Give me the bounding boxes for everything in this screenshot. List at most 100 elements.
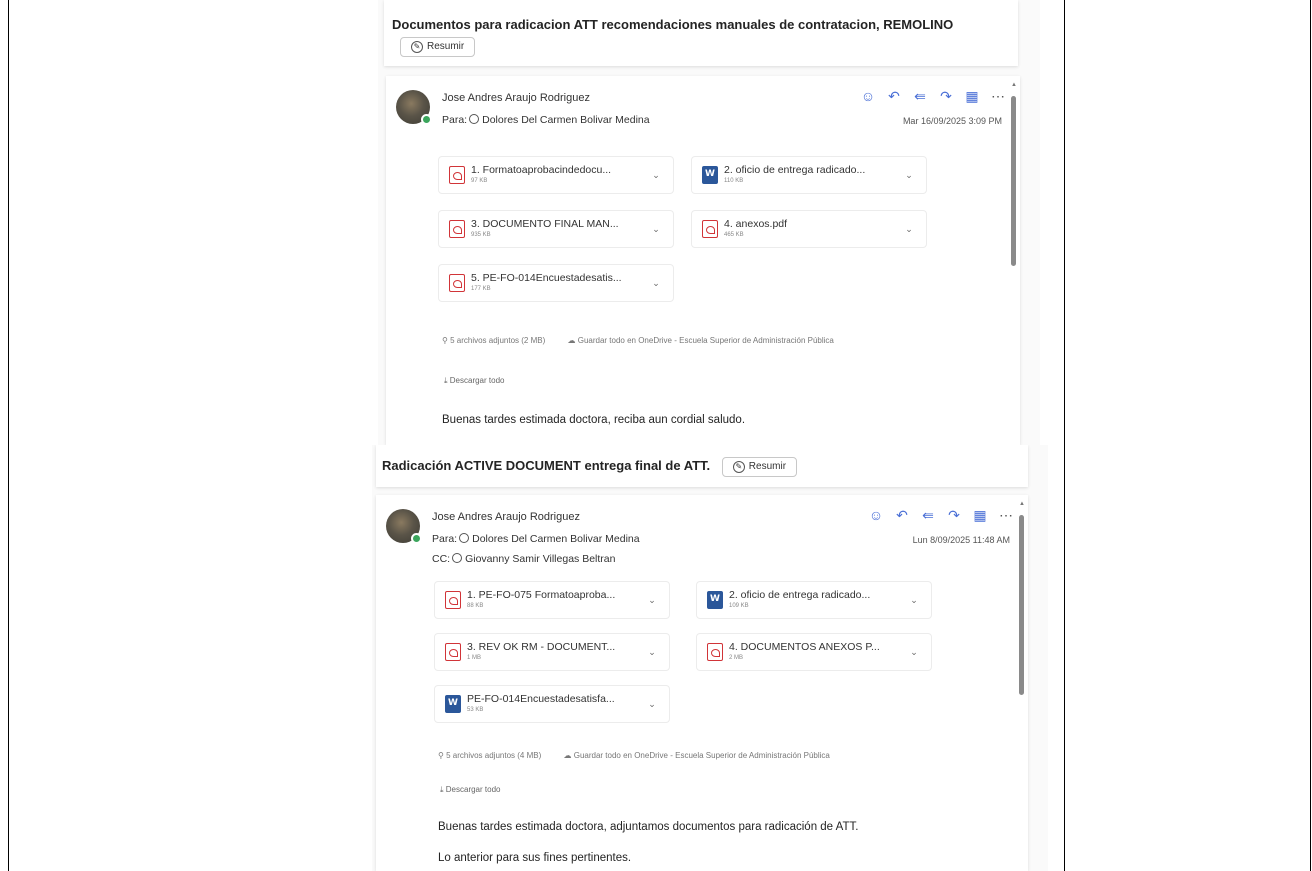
download-all-link[interactable]: ⤓ Descargar todo (444, 376, 504, 386)
save-onedrive-link[interactable]: ☁ Guardar todo en OneDrive - Escuela Sup… (567, 336, 843, 345)
attachment-size: 935 KB (471, 232, 491, 238)
recipient-line: Para: Dolores Del Carmen Bolivar Medina (442, 114, 650, 126)
forward-icon[interactable]: ↷ (938, 88, 954, 104)
attachment-card[interactable]: 3. DOCUMENTO FINAL MAN... 935 KB ⌄ (438, 210, 674, 248)
pdf-file-icon (702, 220, 718, 238)
to-label: Para: (432, 533, 458, 545)
message-actions: ☺ ↶ ⇚ ↷ ▦ ⋯ (868, 507, 1014, 524)
summarize-button[interactable]: ✎ Resumir (400, 36, 476, 57)
recipient-name[interactable]: Dolores Del Carmen Bolivar Medina (482, 114, 649, 126)
download-all-link[interactable]: ⤓ Descargar todo (440, 785, 500, 795)
chevron-down-icon[interactable]: ⌄ (905, 595, 923, 606)
message-card: Jose Andres Araujo Rodriguez Para: Dolore… (386, 76, 1020, 445)
scrollbar[interactable]: ▲ (1010, 82, 1018, 442)
sender-name[interactable]: Jose Andres Araujo Rodriguez (432, 511, 580, 523)
summarize-label: Resumir (427, 41, 465, 53)
reply-all-icon[interactable]: ⇚ (920, 507, 936, 523)
email-subject: Radicación ACTIVE DOCUMENT entrega final… (382, 455, 798, 477)
attachment-card[interactable]: PE-FO-014Encuestadesatisfa... 53 KB ⌄ (434, 685, 670, 723)
attachment-size: 177 KB (471, 286, 491, 292)
pdf-file-icon (449, 220, 465, 238)
attachment-card[interactable]: 4. DOCUMENTOS ANEXOS P... 2 MB ⌄ (696, 633, 932, 671)
attachment-size: 97 KB (471, 178, 488, 184)
scroll-up-icon[interactable]: ▲ (1011, 82, 1017, 88)
teams-icon[interactable]: ▦ (964, 88, 980, 104)
word-file-icon (707, 591, 723, 609)
copilot-icon: ✎ (732, 460, 745, 473)
attachment-size: 1 MB (467, 655, 482, 661)
emoji-icon[interactable]: ☺ (868, 507, 884, 523)
attachment-meta: ⚲ 5 archivos adjuntos (4 MB) ☁ Guardar t… (438, 751, 850, 760)
chevron-down-icon[interactable]: ⌄ (905, 647, 923, 658)
attachment-card[interactable]: 1. Formatoaprobacindedocu... 97 KB ⌄ (438, 156, 674, 194)
scrollbar[interactable]: ▲ (1018, 501, 1026, 871)
email-body-line: Buenas tardes estimada doctora, reciba a… (442, 414, 746, 426)
save-onedrive-link[interactable]: ☁ Guardar todo en OneDrive - Escuela Sup… (563, 751, 839, 760)
subject-bar: Radicación ACTIVE DOCUMENT entrega final… (376, 445, 1028, 487)
emoji-icon[interactable]: ☺ (860, 88, 876, 104)
chevron-down-icon[interactable]: ⌄ (900, 170, 918, 181)
presence-icon (421, 114, 432, 125)
scrollbar-thumb[interactable] (1019, 515, 1024, 695)
chevron-down-icon[interactable]: ⌄ (643, 699, 661, 710)
pdf-file-icon (445, 591, 461, 609)
attachment-card[interactable]: 5. PE-FO-014Encuestadesatis... 177 KB ⌄ (438, 264, 674, 302)
attachment-name: 3. DOCUMENTO FINAL MAN... (471, 218, 619, 230)
email-body-line: Buenas tardes estimada doctora, adjuntam… (438, 821, 859, 833)
pdf-file-icon (445, 643, 461, 661)
recipient-name[interactable]: Dolores Del Carmen Bolivar Medina (472, 533, 639, 545)
attachment-card[interactable]: 2. oficio de entrega radicado... 109 KB ⌄ (696, 581, 932, 619)
chevron-down-icon[interactable]: ⌄ (643, 595, 661, 606)
email-body-line: Lo anterior para sus fines pertinentes. (438, 852, 632, 864)
forward-icon[interactable]: ↷ (946, 507, 962, 523)
attachment-size: 2 MB (729, 655, 744, 661)
email-date: Lun 8/09/2025 11:48 AM (912, 535, 1010, 545)
pdf-file-icon (449, 166, 465, 184)
word-file-icon (445, 695, 461, 713)
email-screenshot-1: Documentos para radicacion ATT recomenda… (378, 0, 1040, 445)
word-file-icon (702, 166, 718, 184)
attachment-name: 3. REV OK RM - DOCUMENT... (467, 641, 616, 653)
summarize-button[interactable]: ✎ Resumir (721, 456, 798, 477)
message-actions: ☺ ↶ ⇚ ↷ ▦ ⋯ (860, 88, 1006, 105)
person-icon (459, 533, 470, 543)
to-label: Para: (442, 114, 468, 126)
reply-icon[interactable]: ↶ (886, 88, 902, 104)
email-screenshot-2: Radicación ACTIVE DOCUMENT entrega final… (372, 445, 1048, 871)
attachment-name: 4. DOCUMENTOS ANEXOS P... (729, 641, 880, 653)
attachment-card[interactable]: 1. PE-FO-075 Formatoaproba... 88 KB ⌄ (434, 581, 670, 619)
teams-icon[interactable]: ▦ (972, 507, 988, 523)
more-options-icon[interactable]: ⋯ (998, 507, 1014, 523)
reply-all-icon[interactable]: ⇚ (912, 88, 928, 104)
scrollbar-thumb[interactable] (1011, 96, 1016, 266)
attachment-size: 109 KB (729, 603, 749, 609)
chevron-down-icon[interactable]: ⌄ (647, 278, 665, 289)
chevron-down-icon[interactable]: ⌄ (643, 647, 661, 658)
avatar[interactable] (396, 90, 432, 125)
more-options-icon[interactable]: ⋯ (990, 88, 1006, 104)
attachment-name: 4. anexos.pdf (724, 218, 788, 230)
reply-icon[interactable]: ↶ (894, 507, 910, 523)
table-column-divider (1064, 0, 1065, 871)
presence-icon (411, 533, 422, 544)
attachment-name: 1. PE-FO-075 Formatoaproba... (467, 589, 616, 601)
cc-name[interactable]: Giovanny Samir Villegas Beltran (465, 553, 615, 565)
copilot-icon: ✎ (411, 40, 423, 53)
avatar[interactable] (386, 509, 422, 544)
chevron-down-icon[interactable]: ⌄ (900, 224, 918, 235)
subject-bar: Documentos para radicacion ATT recomenda… (384, 0, 1018, 66)
summarize-label: Resumir (748, 461, 787, 473)
attachment-card[interactable]: 3. REV OK RM - DOCUMENT... 1 MB ⌄ (434, 633, 670, 671)
attachment-name: 1. Formatoaprobacindedocu... (471, 164, 612, 176)
pdf-file-icon (707, 643, 723, 661)
sender-name[interactable]: Jose Andres Araujo Rodriguez (442, 92, 590, 104)
attachment-summary: ⚲ 5 archivos adjuntos (2 MB) (442, 336, 546, 345)
attachment-card[interactable]: 4. anexos.pdf 465 KB ⌄ (691, 210, 927, 248)
attachment-card[interactable]: 2. oficio de entrega radicado... 110 KB ⌄ (691, 156, 927, 194)
chevron-down-icon[interactable]: ⌄ (647, 170, 665, 181)
email-date: Mar 16/09/2025 3:09 PM (902, 116, 1002, 126)
scroll-up-icon[interactable]: ▲ (1019, 501, 1025, 507)
attachment-name: 2. oficio de entrega radicado... (729, 589, 871, 601)
person-icon (452, 553, 463, 563)
chevron-down-icon[interactable]: ⌄ (647, 224, 665, 235)
